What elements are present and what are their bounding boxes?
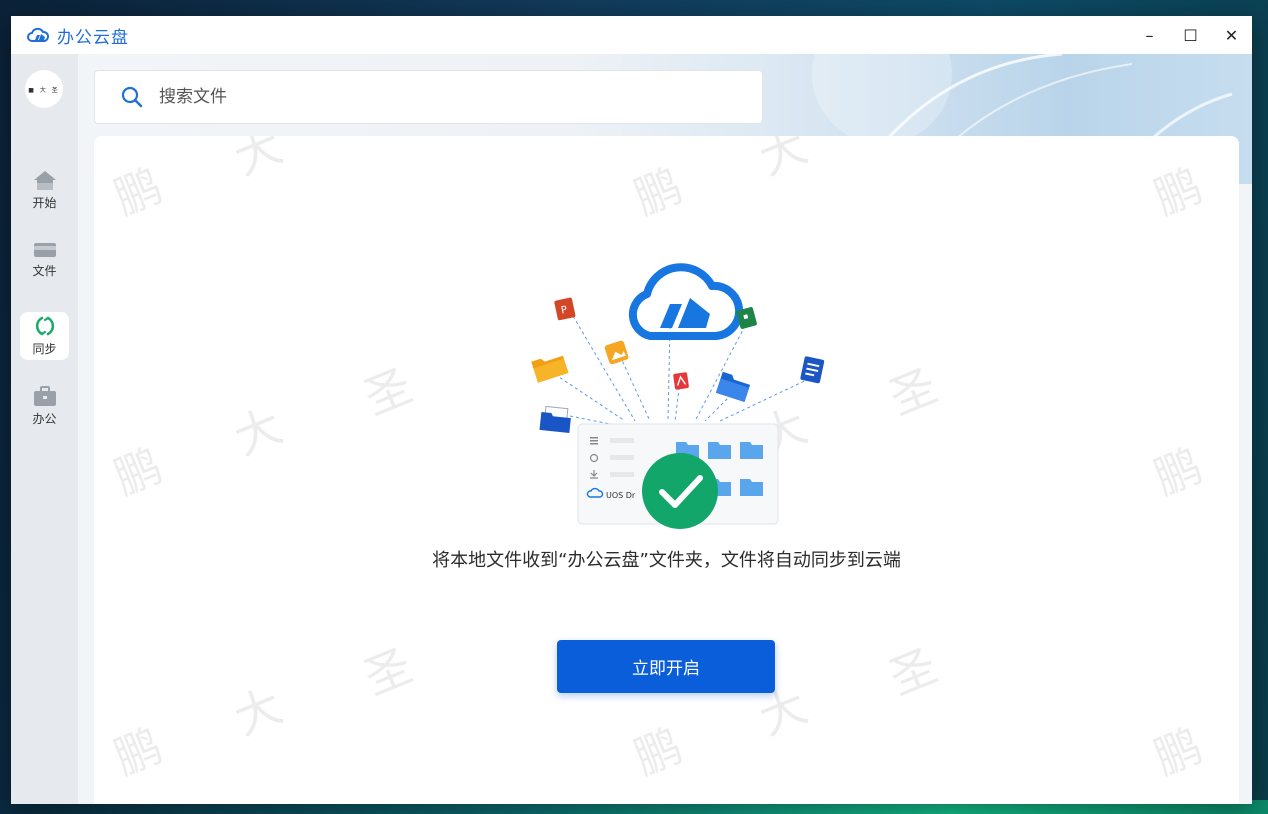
check-circle-icon: [642, 453, 718, 529]
blue-folder-icon: [715, 371, 751, 402]
image-file-icon: [604, 340, 629, 365]
watermark-char: 鹏: [1146, 438, 1210, 506]
sidebar-item-label: 同步: [32, 342, 57, 356]
title-bar: 办公云盘 – ☐ ✕: [11, 16, 1252, 54]
app-window: 办公云盘 – ☐ ✕ ■ 大 圣 开始 文件 同步 办公 搜索文件 鹏 大 鹏 …: [11, 16, 1252, 804]
watermark-char: 圣: [881, 638, 945, 706]
app-title: 办公云盘: [57, 27, 129, 48]
pdf-file-icon: [673, 372, 689, 390]
avatar-text: ■ 大 圣: [28, 86, 60, 94]
sidebar-item-start[interactable]: 开始: [20, 166, 69, 214]
watermark-char: 圣: [356, 358, 420, 426]
maximize-button[interactable]: ☐: [1170, 16, 1211, 54]
avatar[interactable]: ■ 大 圣: [25, 70, 63, 108]
minimize-button[interactable]: –: [1129, 16, 1170, 54]
watermark-char: 鹏: [106, 158, 170, 226]
watermark-char: 大: [751, 136, 815, 186]
watermark-char: 鹏: [626, 158, 690, 226]
preview-label: UOS Dr: [606, 491, 636, 500]
ppt-file-icon: P: [554, 297, 576, 321]
folder-icon: [33, 243, 56, 257]
watermark-char: 圣: [353, 136, 420, 148]
search-icon: [121, 86, 143, 108]
sidebar-item-label: 办公: [32, 412, 57, 426]
sidebar-item-office[interactable]: 办公: [20, 382, 69, 430]
sidebar: ■ 大 圣 开始 文件 同步 办公: [11, 54, 78, 804]
main-content: 鹏 大 圣 鹏 大 圣 鹏 鹏 大 圣 大 圣 鹏 鹏 大 圣 鹏 大 圣 鹏: [94, 136, 1239, 804]
documents-folder-icon: [539, 405, 571, 434]
watermark-char: 圣: [878, 136, 945, 148]
orange-folder-icon: [531, 355, 569, 383]
start-sync-button[interactable]: 立即开启: [557, 640, 775, 693]
watermark-char: 鹏: [106, 438, 170, 506]
cloud-drive-icon: [27, 27, 49, 42]
doc-file-icon: [800, 356, 825, 384]
watermark-char: 鹏: [626, 718, 690, 786]
sidebar-item-sync[interactable]: 同步: [20, 312, 69, 360]
cloud-logo-icon: [628, 263, 744, 340]
search-bar[interactable]: [94, 70, 763, 124]
watermark-char: 鹏: [1146, 718, 1210, 786]
close-button[interactable]: ✕: [1211, 16, 1252, 54]
window-controls: – ☐ ✕: [1129, 16, 1252, 54]
watermark-char: 大: [226, 398, 290, 466]
sync-icon: [35, 316, 54, 336]
watermark-char: 大: [226, 678, 290, 746]
sidebar-item-files[interactable]: 文件: [20, 236, 69, 284]
search-input[interactable]: [157, 86, 681, 108]
watermark-char: 鹏: [106, 718, 170, 786]
sidebar-item-label: 开始: [32, 196, 57, 210]
briefcase-icon: [33, 386, 56, 406]
watermark-char: 圣: [356, 638, 420, 706]
watermark-char: 鹏: [1146, 158, 1210, 226]
sync-illustration: P UOS Dr: [531, 263, 825, 529]
watermark-char: 圣: [881, 358, 945, 426]
home-icon: [33, 171, 56, 190]
sync-description: 将本地文件收到“办公云盘”文件夹，文件将自动同步到云端: [432, 550, 901, 571]
watermark-char: 大: [226, 136, 290, 186]
sidebar-item-label: 文件: [32, 264, 57, 278]
